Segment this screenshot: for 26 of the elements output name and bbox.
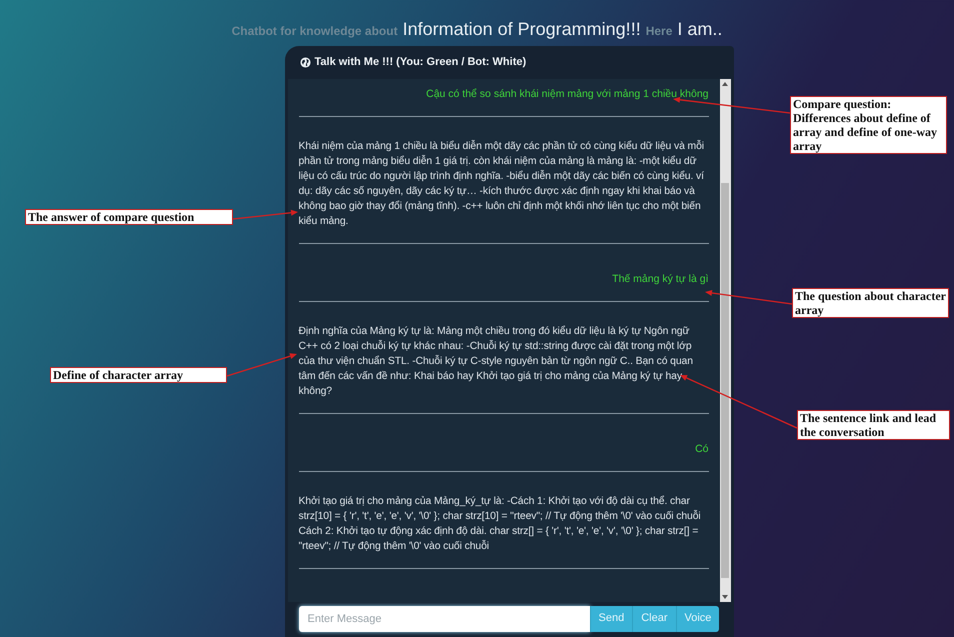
chat-header: Talk with Me !!! (You: Green / Bot: White) xyxy=(314,55,526,70)
message-input[interactable]: Enter Message xyxy=(298,606,590,632)
callout-label: The sentence link and lead the conversation xyxy=(797,410,950,440)
arrow xyxy=(232,210,298,220)
user-message: Cậu có thể so sánh khái niệm mảng với mảng 1 chiều không xyxy=(425,87,708,102)
bot-message: Khái niệm của mảng 1 chiều là biểu diễn một dãy các phần tử có cùng kiểu dữ liệu và mỗi phần tử trong mảng biểu diễn 1 giá trị. còn khái niệm của mảng là mảng là: -một kiểu dữ liệu có cấu trúc do người lập trình định nghĩa. -biểu diễn một dãy các biến có cùng kiểu. ví dụ: dãy các số nguyên, dãy các ký tự… -kích thước được xác định ngay khi khai báo và không bao giờ thay đổi (mảng tĩnh). -c++ luôn chỉ định một khối nhớ liên tục cho một biến kiểu mảng. xyxy=(298,139,705,229)
chat-button[interactable]: Voice xyxy=(676,606,720,632)
user-message: Thế mảng ký tự là gì xyxy=(611,272,708,287)
callout-label: The question about character array xyxy=(792,288,949,318)
scroll-up-icon[interactable] xyxy=(722,82,728,86)
bot-message: Khởi tạo giá trị cho mảng của Mảng_ký_tự là: -Cách 1: Khởi tạo với độ dài cụ thể. char strz[10] = { 'r', 't', 'e', 'e', 'v', '\0' }; char strz[10] = "rteev"; // Tự động thêm '\0' vào cuối chuỗi Cách 2: Khởi tạo tự động xác định độ dài. char strz[] = { 'r', 't', 'e', 'e', 'v', '\0' }; char strz[] = "rteev"; // Tự động thêm '\0' vào cuối chuỗi xyxy=(298,494,702,554)
scroll-down-icon[interactable] xyxy=(722,595,728,599)
chat-button[interactable]: Send xyxy=(590,606,632,632)
title-suffix: I am.. xyxy=(677,18,722,41)
title-main: Information of Programming!!! xyxy=(402,18,641,41)
callout-label: Define of character array xyxy=(50,367,227,383)
globe-icon xyxy=(300,57,310,68)
bot-message: Định nghĩa của Mảng ký tự là: Mảng một chiều trong đó kiểu dữ liệu là ký tự Ngôn ngữ C++ có 2 loại chuỗi ký tự khác nhau: -Chuỗi ký tự std::string được cài đặt trong một lớp của thư viện chuẩn STL. -Chuỗi ký tự C-style nguyên bản từ ngôn ngữ C.. Bạn có quan tâm đến các vấn đề như: Khai báo hay Khởi tạo giá trị cho mảng của Mảng ký tự hay không? xyxy=(298,324,694,399)
chat-button[interactable]: Clear xyxy=(632,606,676,632)
arrow xyxy=(226,353,297,377)
callout-label: Compare question: Differences about define of array and define of one-way array xyxy=(790,96,947,154)
title-prefix: Chatbot for knowledge about xyxy=(232,23,398,40)
scrollbar[interactable] xyxy=(720,79,730,602)
user-message: Có xyxy=(694,442,708,457)
title-middle: Here xyxy=(646,23,672,40)
callout-label: The answer of compare question xyxy=(25,209,233,225)
